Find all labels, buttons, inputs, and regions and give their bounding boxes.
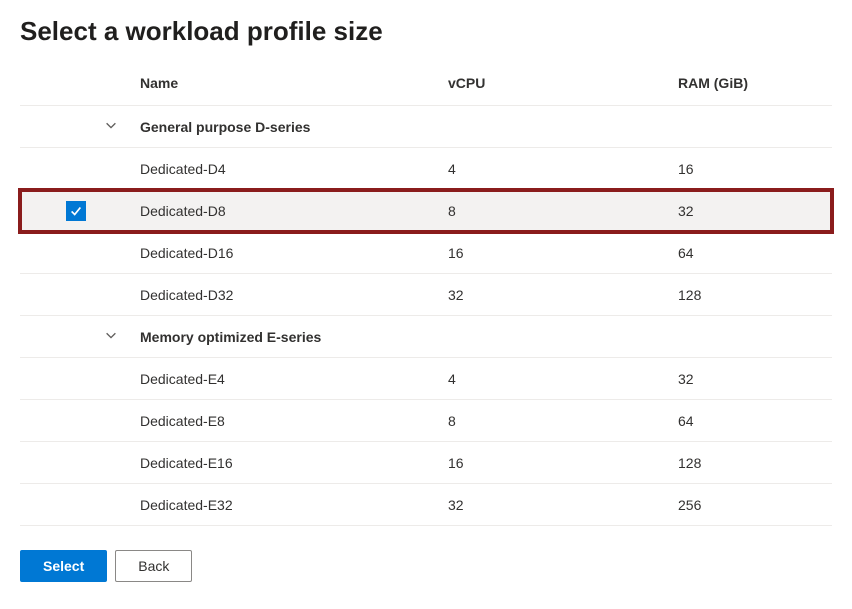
cell-name: Dedicated-D16 [132, 232, 440, 274]
chevron-down-icon [104, 328, 118, 342]
table-row[interactable]: Dedicated-D8 8 32 [20, 190, 832, 232]
column-header-vcpu[interactable]: vCPU [440, 65, 670, 106]
table-row[interactable]: Dedicated-D16 16 64 [20, 232, 832, 274]
cell-name: Dedicated-D32 [132, 274, 440, 316]
table-row[interactable]: Dedicated-E16 16 128 [20, 442, 832, 484]
cell-ram: 16 [670, 148, 832, 190]
table-row[interactable]: Dedicated-E8 8 64 [20, 400, 832, 442]
checkbox-checked-icon[interactable] [66, 201, 86, 221]
cell-vcpu: 8 [440, 400, 670, 442]
cell-name: Dedicated-E32 [132, 484, 440, 526]
cell-name: Dedicated-E4 [132, 358, 440, 400]
column-header-name[interactable]: Name [132, 65, 440, 106]
select-button[interactable]: Select [20, 550, 107, 582]
cell-name: Dedicated-D8 [132, 190, 440, 232]
table-header-row: Name vCPU RAM (GiB) [20, 65, 832, 106]
cell-ram: 64 [670, 400, 832, 442]
page-title: Select a workload profile size [20, 16, 832, 47]
table-row[interactable]: Dedicated-E32 32 256 [20, 484, 832, 526]
group-row[interactable]: Memory optimized E-series [20, 316, 832, 358]
table-row[interactable]: Dedicated-D4 4 16 [20, 148, 832, 190]
chevron-down-icon [104, 118, 118, 132]
cell-ram: 32 [670, 190, 832, 232]
cell-ram: 128 [670, 274, 832, 316]
cell-vcpu: 16 [440, 232, 670, 274]
cell-ram: 32 [670, 358, 832, 400]
group-label: General purpose D-series [132, 106, 440, 148]
cell-name: Dedicated-D4 [132, 148, 440, 190]
cell-vcpu: 8 [440, 190, 670, 232]
cell-vcpu: 32 [440, 274, 670, 316]
column-header-select [20, 65, 132, 106]
cell-vcpu: 4 [440, 148, 670, 190]
back-button[interactable]: Back [115, 550, 192, 582]
profile-table: Name vCPU RAM (GiB) General purpose D-se… [20, 65, 832, 526]
cell-vcpu: 32 [440, 484, 670, 526]
cell-ram: 64 [670, 232, 832, 274]
group-row[interactable]: General purpose D-series [20, 106, 832, 148]
cell-ram: 128 [670, 442, 832, 484]
group-label: Memory optimized E-series [132, 316, 440, 358]
cell-vcpu: 4 [440, 358, 670, 400]
cell-ram: 256 [670, 484, 832, 526]
cell-name: Dedicated-E16 [132, 442, 440, 484]
cell-name: Dedicated-E8 [132, 400, 440, 442]
column-header-ram[interactable]: RAM (GiB) [670, 65, 832, 106]
cell-vcpu: 16 [440, 442, 670, 484]
footer-actions: Select Back [20, 550, 832, 582]
table-row[interactable]: Dedicated-E4 4 32 [20, 358, 832, 400]
table-row[interactable]: Dedicated-D32 32 128 [20, 274, 832, 316]
